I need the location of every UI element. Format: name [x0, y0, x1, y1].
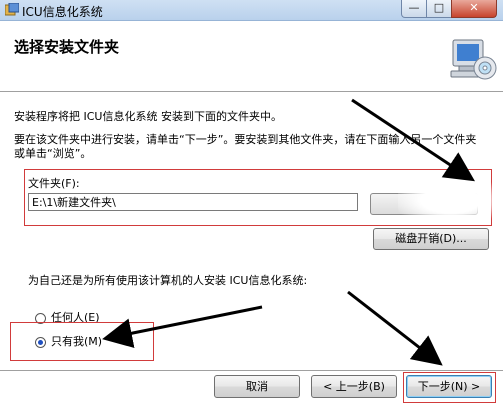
- maximize-button[interactable]: □: [426, 0, 452, 18]
- disk-cost-button[interactable]: 磁盘开销(D)...: [373, 228, 489, 250]
- close-button[interactable]: ✕: [451, 0, 497, 18]
- header-panel: [0, 21, 503, 93]
- just-me-highlight-box: [10, 322, 154, 361]
- arrow-to-next: [347, 290, 443, 366]
- instructions-text: 要在该文件夹中进行安装，请单击“下一步”。要安装到其他文件夹，请在下面输入另一个…: [14, 133, 477, 160]
- page-title: 选择安装文件夹: [14, 38, 120, 56]
- app-icon: [5, 3, 19, 16]
- folder-path-input[interactable]: [28, 193, 358, 211]
- computer-cd-icon: [450, 39, 497, 80]
- minimize-button[interactable]: —: [401, 0, 427, 18]
- cancel-button[interactable]: 取消: [214, 375, 300, 398]
- intro-text: 安装程序将把 ICU信息化系统 安装到下面的文件夹中。: [14, 110, 282, 123]
- footer-divider: [0, 370, 503, 371]
- install-for-text: 为自己还是为所有使用该计算机的人安装 ICU信息化系统:: [28, 274, 308, 287]
- browse-obscured-area: [398, 178, 503, 223]
- header-divider: [0, 91, 503, 93]
- next-highlight-box: [403, 372, 496, 403]
- folder-label: 文件夹(F):: [28, 177, 80, 190]
- back-button[interactable]: < 上一步(B): [311, 375, 397, 398]
- window-title: ICU信息化系统: [22, 5, 103, 19]
